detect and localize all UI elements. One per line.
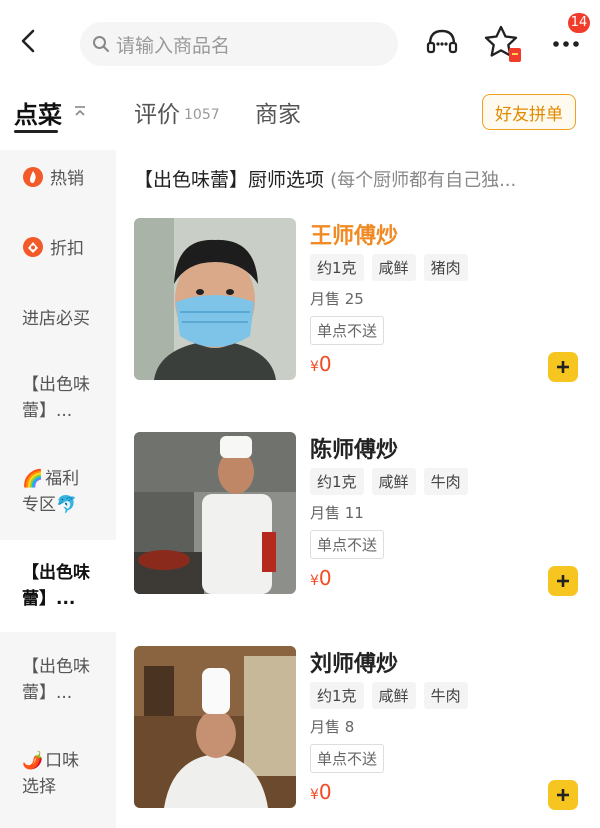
sidebar-item-must-buy[interactable]: 进店必买 xyxy=(0,304,116,360)
search-placeholder: 请输入商品名 xyxy=(116,34,231,57)
sidebar-item-label: 选择 xyxy=(22,777,56,797)
tab-review[interactable]: 评价 1057 xyxy=(134,88,220,136)
sidebar-item-label: 口味 xyxy=(45,751,80,771)
sidebar-item-category-1[interactable]: 【出色味 蕾】... xyxy=(0,372,116,432)
monthly-sales: 月售 11 xyxy=(310,504,364,522)
sidebar-item-discount[interactable]: 折扣 xyxy=(0,234,116,290)
hot-icon xyxy=(23,166,43,187)
sidebar-item-label: 蕾】... xyxy=(22,683,73,703)
dish-tags: 约1克 咸鲜 牛肉 xyxy=(310,682,468,709)
favorite-star-icon[interactable] xyxy=(483,22,523,64)
search-input[interactable]: 请输入商品名 xyxy=(80,22,398,66)
category-sidebar: 热销 折扣 进店必买 【出色味 蕾】... 🌈 福利 专区🐬 【出色味 蕾】...… xyxy=(0,150,116,828)
sidebar-item-category-3[interactable]: 【出色味 蕾】... xyxy=(0,654,116,714)
dish-card: 刘师傅炒 约1克 咸鲜 牛肉 月售 8 单点不送 ¥0 xyxy=(134,646,594,816)
dish-tag: 咸鲜 xyxy=(371,682,416,709)
dish-price: ¥0 xyxy=(310,352,332,376)
sidebar-item-label: 蕾】... xyxy=(22,589,76,609)
tab-order[interactable]: 点菜 xyxy=(14,88,88,136)
rainbow-icon: 🌈 xyxy=(22,469,44,489)
sidebar-item-category-2[interactable]: 【出色味 蕾】... xyxy=(0,540,116,632)
currency-symbol: ¥ xyxy=(310,573,319,589)
customer-service-icon[interactable] xyxy=(424,24,460,60)
add-to-cart-button[interactable] xyxy=(548,352,578,382)
plus-icon xyxy=(557,361,569,373)
dish-name[interactable]: 刘师傅炒 xyxy=(310,646,398,678)
collapse-icon[interactable] xyxy=(72,104,88,120)
price-value: 0 xyxy=(318,352,332,376)
sidebar-item-label: 【出色味 xyxy=(22,657,90,677)
sidebar-item-label: 【出色味 xyxy=(22,563,90,583)
sidebar-item-label: 蕾】... xyxy=(22,401,73,421)
tab-review-label: 评价 xyxy=(134,102,180,128)
sidebar-item-welfare[interactable]: 🌈 福利 专区🐬 xyxy=(0,466,116,526)
currency-symbol: ¥ xyxy=(310,787,319,803)
dish-tag: 约1克 xyxy=(310,682,364,709)
no-single-delivery-label: 单点不送 xyxy=(310,530,385,559)
tab-shop[interactable]: 商家 xyxy=(255,88,301,136)
chef-photo-image xyxy=(134,218,296,380)
dolphin-icon: 🐬 xyxy=(56,495,78,515)
price-value: 0 xyxy=(318,566,332,590)
tab-order-label: 点菜 xyxy=(14,100,62,129)
category-name: 【出色味蕾】厨师选项 xyxy=(134,169,325,191)
discount-icon xyxy=(23,236,43,257)
sidebar-item-label: 热销 xyxy=(50,169,84,189)
dish-photo[interactable] xyxy=(134,218,296,380)
sidebar-item-taste[interactable]: 🌶️ 口味 选择 xyxy=(0,748,116,808)
group-order-button[interactable]: 好友拼单 xyxy=(482,94,576,130)
dish-tag: 猪肉 xyxy=(423,254,468,281)
add-to-cart-button[interactable] xyxy=(548,780,578,810)
dish-tag: 牛肉 xyxy=(423,468,468,495)
dish-tag: 约1克 xyxy=(310,254,364,281)
dish-tags: 约1克 咸鲜 牛肉 xyxy=(310,468,468,495)
dish-tag: 咸鲜 xyxy=(371,254,416,281)
sidebar-item-label: 专区 xyxy=(22,495,56,515)
currency-symbol: ¥ xyxy=(310,359,319,375)
top-bar: 请输入商品名 14 xyxy=(0,0,600,88)
chef-photo-image xyxy=(134,646,296,808)
dish-photo[interactable] xyxy=(134,646,296,808)
dish-name[interactable]: 陈师傅炒 xyxy=(310,432,398,464)
chef-photo-image xyxy=(134,432,296,594)
sidebar-item-label: 【出色味 xyxy=(22,375,90,395)
chili-icon: 🌶️ xyxy=(22,751,44,771)
dish-card: 陈师傅炒 约1克 咸鲜 牛肉 月售 11 单点不送 ¥0 xyxy=(134,432,594,602)
active-tab-indicator xyxy=(14,130,58,133)
plus-icon xyxy=(557,575,569,587)
dish-photo[interactable] xyxy=(134,432,296,594)
dish-name[interactable]: 王师傅炒 xyxy=(310,218,398,250)
dish-tag: 牛肉 xyxy=(423,682,468,709)
dish-price: ¥0 xyxy=(310,780,332,804)
tab-shop-label: 商家 xyxy=(255,102,301,128)
no-single-delivery-label: 单点不送 xyxy=(310,744,385,773)
monthly-sales: 月售 25 xyxy=(310,290,364,308)
search-icon xyxy=(93,36,109,52)
dish-price: ¥0 xyxy=(310,566,332,590)
no-single-delivery-label: 单点不送 xyxy=(310,316,385,345)
monthly-sales: 月售 8 xyxy=(310,718,355,736)
add-to-cart-button[interactable] xyxy=(548,566,578,596)
dish-tag: 咸鲜 xyxy=(371,468,416,495)
dish-tag: 约1克 xyxy=(310,468,364,495)
notification-badge: 14 xyxy=(568,13,590,33)
plus-icon xyxy=(557,789,569,801)
category-title: 【出色味蕾】厨师选项 (每个厨师都有自己独... xyxy=(134,165,594,192)
sidebar-item-label: 折扣 xyxy=(50,239,84,259)
sidebar-item-label: 福利 xyxy=(45,469,80,489)
back-arrow-icon[interactable] xyxy=(14,26,44,56)
sidebar-item-hot[interactable]: 热销 xyxy=(0,164,116,220)
dish-tags: 约1克 咸鲜 猪肉 xyxy=(310,254,468,281)
dish-card: 王师傅炒 约1克 咸鲜 猪肉 月售 25 单点不送 ¥0 xyxy=(134,218,594,388)
sidebar-item-label: 进店必买 xyxy=(22,309,90,329)
review-count: 1057 xyxy=(184,107,220,123)
category-description: (每个厨师都有自己独... xyxy=(330,170,517,191)
price-value: 0 xyxy=(318,780,332,804)
